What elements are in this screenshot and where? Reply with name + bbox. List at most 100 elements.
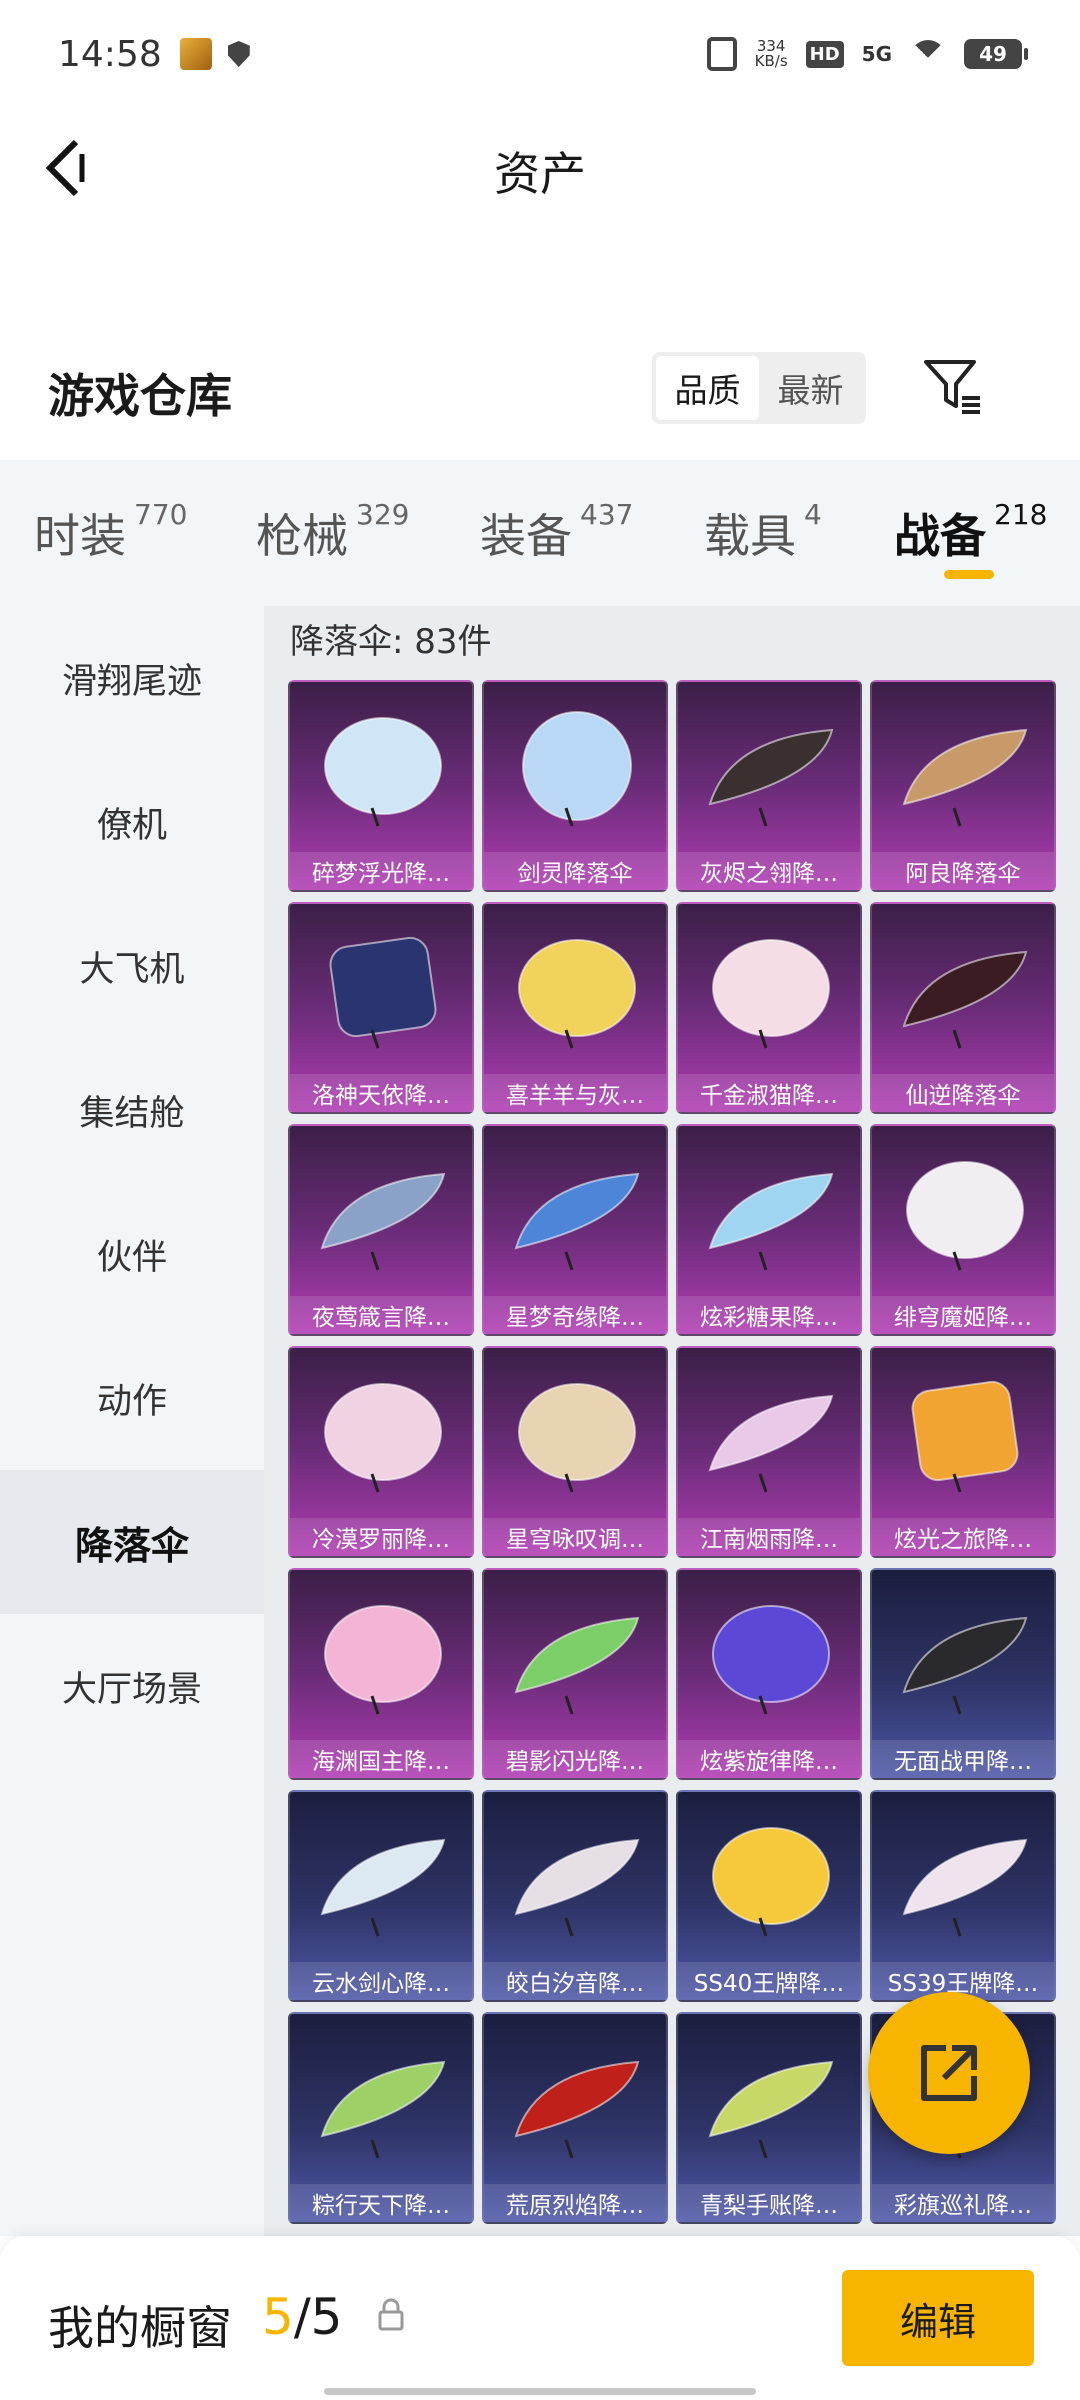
parachute-icon [906, 1161, 1024, 1271]
network-speed: 334 KB/s [755, 39, 788, 69]
warehouse-title: 游戏仓库 [48, 369, 232, 423]
parachute-card[interactable]: 江南烟雨降… [676, 1346, 862, 1558]
tab-vehicles[interactable]: 载具 4 [704, 498, 822, 566]
parachute-name: SS40王牌降… [678, 1962, 860, 2000]
showcase-count-max: 5 [310, 2288, 343, 2346]
sidebar-item-parachute[interactable]: 降落伞 [0, 1470, 264, 1614]
parachute-name: 炫紫旋律降… [678, 1740, 860, 1778]
status-bar: 14:58 334 KB/s HD 5G 49 [0, 0, 1080, 108]
parachute-icon [514, 1838, 640, 1937]
parachute-name: 无面战甲降… [872, 1740, 1054, 1778]
parachute-icon [902, 1616, 1028, 1715]
parachute-card[interactable]: 皎白汐音降… [482, 1790, 668, 2002]
sidebar-item-emote[interactable]: 动作 [0, 1326, 264, 1470]
sort-by-quality[interactable]: 品质 [656, 356, 759, 420]
parachute-icon [522, 711, 632, 827]
parachute-name: 绯穹魔姬降… [872, 1296, 1054, 1334]
parachute-card[interactable]: SS40王牌降… [676, 1790, 862, 2002]
tab-label: 枪械 [256, 509, 348, 563]
parachute-name: 星穹咏叹调… [484, 1518, 666, 1556]
share-button[interactable] [868, 1992, 1030, 2154]
sidebar-item-partner[interactable]: 伙伴 [0, 1182, 264, 1326]
parachute-card[interactable]: 碧影闪光降… [482, 1568, 668, 1780]
parachute-card[interactable]: SS39王牌降… [870, 1790, 1056, 2002]
parachute-icon [911, 1380, 1019, 1493]
parachute-card[interactable]: 星穹咏叹调… [482, 1346, 668, 1558]
sort-toggle: 品质 最新 [652, 352, 866, 424]
sidebar-item-glide-trail[interactable]: 滑翔尾迹 [0, 606, 264, 750]
parachute-card[interactable]: 粽行天下降… [288, 2012, 474, 2224]
wifi-icon [910, 40, 946, 68]
parachute-icon [708, 728, 834, 827]
sort-by-newest[interactable]: 最新 [759, 356, 862, 420]
parachute-name: 星梦奇缘降… [484, 1296, 666, 1334]
parachute-icon [518, 939, 636, 1049]
parachute-icon [712, 939, 830, 1049]
parachute-name: 碧影闪光降… [484, 1740, 666, 1778]
sidebar-item-assembly-pod[interactable]: 集结舱 [0, 1038, 264, 1182]
asset-page: 14:58 334 KB/s HD 5G 49 资产 游戏仓库 品质 最新 时装… [0, 0, 1080, 2400]
parachute-card[interactable]: 炫彩糖果降… [676, 1124, 862, 1336]
parachute-card[interactable]: 灰烬之翎降… [676, 680, 862, 892]
parachute-card[interactable]: 喜羊羊与灰… [482, 902, 668, 1114]
parachute-card[interactable]: 夜莺箴言降… [288, 1124, 474, 1336]
parachute-card[interactable]: 碎梦浮光降… [288, 680, 474, 892]
sidebar-item-lobby-scene[interactable]: 大厅场景 [0, 1614, 264, 1758]
parachute-icon [902, 1838, 1028, 1937]
share-icon [921, 2045, 977, 2101]
parachute-name: 彩旗巡礼降… [872, 2184, 1054, 2222]
parachute-icon [514, 1172, 640, 1271]
parachute-icon [712, 1827, 830, 1937]
parachute-card[interactable]: 荒原烈焰降… [482, 2012, 668, 2224]
tab-count: 770 [134, 498, 188, 531]
parachute-name: 仙逆降落伞 [872, 1074, 1054, 1112]
parachute-icon [324, 717, 442, 827]
parachute-icon [902, 728, 1028, 827]
page-title: 资产 [494, 147, 586, 201]
parachute-card[interactable]: 绯穹魔姬降… [870, 1124, 1056, 1336]
tab-combat-gear[interactable]: 战备 218 [894, 498, 1048, 566]
showcase-count-current: 5 [262, 2288, 294, 2346]
parachute-icon [320, 2060, 446, 2159]
parachute-icon [324, 1383, 442, 1493]
shield-icon [227, 41, 250, 67]
parachute-card[interactable]: 阿良降落伞 [870, 680, 1056, 892]
filter-icon[interactable] [922, 356, 984, 416]
tab-count: 218 [994, 498, 1048, 531]
parachute-icon [708, 1394, 834, 1493]
parachute-card[interactable]: 星梦奇缘降… [482, 1124, 668, 1336]
parachute-card[interactable]: 云水剑心降… [288, 1790, 474, 2002]
tab-fashion[interactable]: 时装 770 [34, 498, 188, 566]
parachute-icon [518, 1383, 636, 1493]
tab-firearms[interactable]: 枪械 329 [256, 498, 410, 566]
sidebar-item-wingman[interactable]: 僚机 [0, 750, 264, 894]
tab-label: 战备 [894, 509, 986, 563]
parachute-card[interactable]: 洛神天依降… [288, 902, 474, 1114]
parachute-name: 碎梦浮光降… [290, 852, 472, 890]
parachute-name: 云水剑心降… [290, 1962, 472, 2000]
sidebar-item-plane[interactable]: 大飞机 [0, 894, 264, 1038]
edit-button[interactable]: 编辑 [842, 2270, 1034, 2366]
parachute-card[interactable]: 仙逆降落伞 [870, 902, 1056, 1114]
tab-equipment[interactable]: 装备 437 [480, 498, 633, 566]
tab-count: 329 [356, 498, 410, 531]
parachute-card[interactable]: 青梨手账降… [676, 2012, 862, 2224]
parachute-icon [320, 1838, 446, 1937]
parachute-icon [902, 950, 1028, 1049]
parachute-card[interactable]: 炫紫旋律降… [676, 1568, 862, 1780]
parachute-card[interactable]: 千金淑猫降… [676, 902, 862, 1114]
parachute-card[interactable]: 无面战甲降… [870, 1568, 1056, 1780]
parachute-card[interactable]: 炫光之旅降… [870, 1346, 1056, 1558]
parachute-icon [324, 1605, 442, 1715]
parachute-card[interactable]: 剑灵降落伞 [482, 680, 668, 892]
showcase-count: 5/5 [262, 2288, 342, 2346]
parachute-name: 炫光之旅降… [872, 1518, 1054, 1556]
showcase-label: 我的橱窗 [48, 2301, 232, 2355]
status-time: 14:58 [58, 33, 162, 75]
status-indicators: 334 KB/s HD 5G 49 [706, 37, 1028, 71]
parachute-name: 千金淑猫降… [678, 1074, 860, 1112]
parachute-name: 海渊国主降… [290, 1740, 472, 1778]
signal-5g-icon: 5G [861, 42, 892, 66]
parachute-card[interactable]: 海渊国主降… [288, 1568, 474, 1780]
parachute-card[interactable]: 冷漠罗丽降… [288, 1346, 474, 1558]
